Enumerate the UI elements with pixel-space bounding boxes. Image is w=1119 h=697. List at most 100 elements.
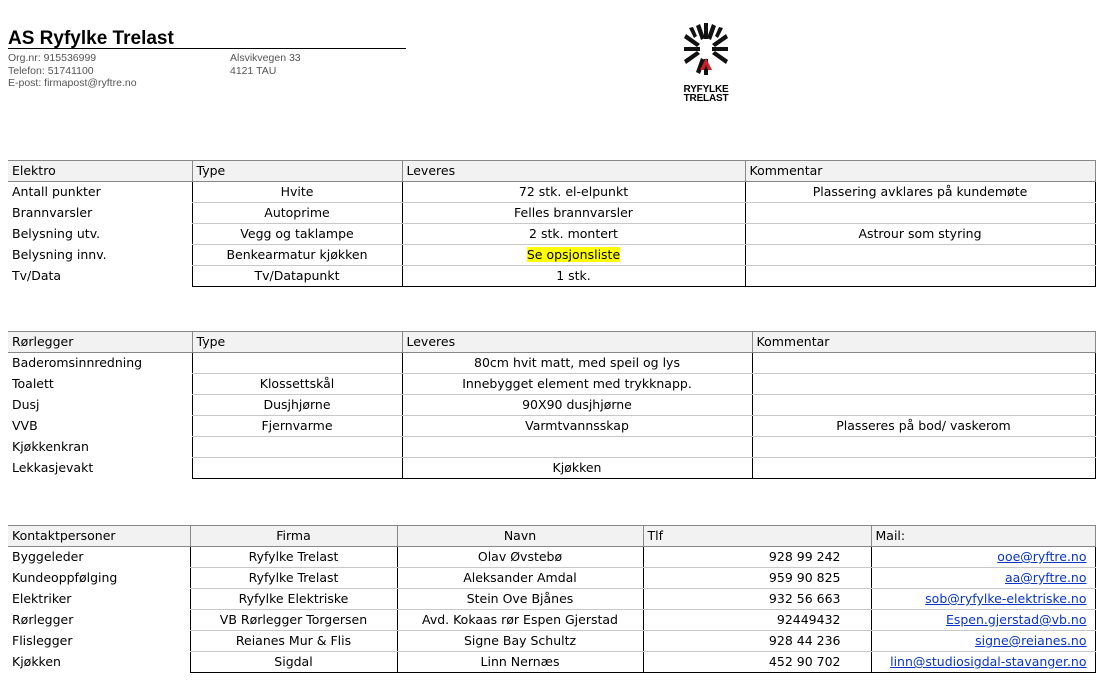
row-label: Tv/Data xyxy=(12,268,62,283)
mail-cell: sob@ryfylke-elektriske.no xyxy=(870,588,1096,610)
mail-link[interactable]: sob@ryfylke-elektriske.no xyxy=(925,591,1086,606)
type-cell: Fjernvarme xyxy=(191,415,402,437)
phone: Telefon: 51741100 xyxy=(8,64,94,77)
firma-cell: Sigdal xyxy=(189,651,397,673)
table-row: Kjøkkenkran xyxy=(8,436,1096,458)
kommentar-cell: Plasseres på bod/ vaskerom xyxy=(751,415,1096,437)
mail-cell: Espen.gjerstad@vb.no xyxy=(870,609,1096,631)
highlighted-text: Se opsjonsliste xyxy=(526,247,621,262)
leveres-cell: Varmtvannsskap xyxy=(401,415,752,437)
table-row: Kundeoppfølging Ryfylke Trelast Aleksand… xyxy=(8,567,1096,589)
header-cell: Navn xyxy=(396,525,643,547)
mail-cell: aa@ryftre.no xyxy=(870,567,1096,589)
row-label: Byggeleder xyxy=(12,549,84,565)
type-cell: Autoprime xyxy=(191,202,402,224)
mail-link[interactable]: linn@studiosigdal-stavanger.no xyxy=(890,654,1086,669)
kommentar-cell xyxy=(751,352,1096,374)
rorlegger-table: Rørlegger Type Leveres Kommentar Baderom… xyxy=(8,331,1096,479)
leveres-cell: 72 stk. el-elpunkt xyxy=(401,181,745,203)
elektro-table: Elektro Type Leveres Kommentar Antall pu… xyxy=(8,160,1096,287)
kommentar-cell: Astrour som styring xyxy=(744,223,1096,245)
header-cell: Type xyxy=(191,331,402,353)
row-label: Kjøkken xyxy=(12,654,61,669)
table-row: Byggeleder Ryfylke Trelast Olav Øvstebø … xyxy=(8,546,1096,568)
type-cell: Klossettskål xyxy=(191,373,402,395)
tlf-cell: 928 99 242 xyxy=(642,546,871,568)
leveres-cell: 90X90 dusjhjørne xyxy=(401,394,752,416)
mail-link[interactable]: signe@reianes.no xyxy=(975,633,1086,648)
navn-cell: Aleksander Amdal xyxy=(396,567,643,589)
mail-cell: signe@reianes.no xyxy=(870,630,1096,652)
kommentar-cell xyxy=(751,394,1096,416)
table-row: Baderomsinnredning 80cm hvit matt, med s… xyxy=(8,352,1096,374)
navn-cell: Olav Øvstebø xyxy=(396,546,643,568)
table-header-row: Rørlegger Type Leveres Kommentar xyxy=(8,331,1096,353)
leveres-cell xyxy=(401,436,752,458)
table-row: Antall punkter Hvite 72 stk. el-elpunkt … xyxy=(8,181,1096,203)
navn-cell: Stein Ove Bjånes xyxy=(396,588,643,610)
city: 4121 TAU xyxy=(230,64,277,77)
row-label: Antall punkter xyxy=(12,184,101,200)
row-label: Kundeoppfølging xyxy=(12,570,118,585)
kommentar-cell xyxy=(744,265,1096,287)
navn-cell: Signe Bay Schultz xyxy=(396,630,643,652)
leveres-cell: 80cm hvit matt, med speil og lys xyxy=(401,352,752,374)
header-cell: Mail: xyxy=(870,525,1096,547)
leveres-cell: Felles brannvarsler xyxy=(401,202,745,224)
kommentar-cell xyxy=(744,244,1096,266)
navn-cell: Linn Nernæs xyxy=(396,651,643,673)
firma-cell: Ryfylke Elektriske xyxy=(189,588,397,610)
logo-text-line2: TRELAST xyxy=(683,93,729,104)
type-cell xyxy=(191,457,402,479)
mail-link[interactable]: ooe@ryftre.no xyxy=(997,549,1086,564)
snowflake-icon xyxy=(684,23,728,75)
firma-cell: Ryfylke Trelast xyxy=(189,546,397,568)
leveres-cell: 2 stk. montert xyxy=(401,223,745,245)
header-cell: Kommentar xyxy=(744,160,1096,182)
mail-cell: ooe@ryftre.no xyxy=(870,546,1096,568)
leveres-cell: Kjøkken xyxy=(401,457,752,479)
mail-link[interactable]: Espen.gjerstad@vb.no xyxy=(946,612,1087,627)
table-row: Rørlegger VB Rørlegger Torgersen Avd. Ko… xyxy=(8,609,1096,631)
row-label: Belysning innv. xyxy=(12,247,107,262)
leveres-cell: 1 stk. xyxy=(401,265,745,287)
type-cell: Benkearmatur kjøkken xyxy=(191,244,402,266)
tlf-cell: 928 44 236 xyxy=(642,630,871,652)
company-name: AS Ryfylke Trelast xyxy=(8,28,174,49)
header-cell: Kommentar xyxy=(751,331,1096,353)
table-row: VVB Fjernvarme Varmtvannsskap Plasseres … xyxy=(8,415,1096,437)
row-label: Flislegger xyxy=(12,633,73,648)
table-row: Flislegger Reianes Mur & Flis Signe Bay … xyxy=(8,630,1096,652)
row-label: Toalett xyxy=(12,376,54,391)
table-row: Kjøkken Sigdal Linn Nernæs 452 90 702 li… xyxy=(8,651,1096,673)
table-row: Tv/Data Tv/Datapunkt 1 stk. xyxy=(8,265,1096,287)
header-cell: Rørlegger xyxy=(8,331,192,353)
table-header-row: Kontaktpersoner Firma Navn Tlf Mail: xyxy=(8,525,1096,547)
kommentar-cell xyxy=(744,202,1096,224)
header-cell: Leveres xyxy=(401,331,752,353)
type-cell: Dusjhjørne xyxy=(191,394,402,416)
row-label: Kjøkkenkran xyxy=(12,439,89,454)
type-cell: Hvite xyxy=(191,181,402,203)
row-label: Lekkasjevakt xyxy=(12,460,94,475)
header-rule xyxy=(8,48,406,49)
firma-cell: Reianes Mur & Flis xyxy=(189,630,397,652)
kommentar-cell xyxy=(751,436,1096,458)
row-label: VVB xyxy=(12,418,38,433)
navn-cell: Avd. Kokaas rør Espen Gjerstad xyxy=(396,609,643,631)
row-label: Belysning utv. xyxy=(12,226,101,241)
table-row: Brannvarsler Autoprime Felles brannvarsl… xyxy=(8,202,1096,224)
row-label: Dusj xyxy=(12,397,40,412)
firma-cell: Ryfylke Trelast xyxy=(189,567,397,589)
row-label: Rørlegger xyxy=(12,612,74,627)
header-cell: Tlf xyxy=(642,525,871,547)
type-cell: Vegg og taklampe xyxy=(191,223,402,245)
type-cell xyxy=(191,436,402,458)
kommentar-cell xyxy=(751,373,1096,395)
table-row: Toalett Klossettskål Innebygget element … xyxy=(8,373,1096,395)
mail-link[interactable]: aa@ryftre.no xyxy=(1005,570,1087,585)
header-cell: Firma xyxy=(189,525,397,547)
street: Alsvikvegen 33 xyxy=(230,52,301,64)
row-label: Brannvarsler xyxy=(12,205,93,220)
header-cell: Leveres xyxy=(401,160,745,182)
